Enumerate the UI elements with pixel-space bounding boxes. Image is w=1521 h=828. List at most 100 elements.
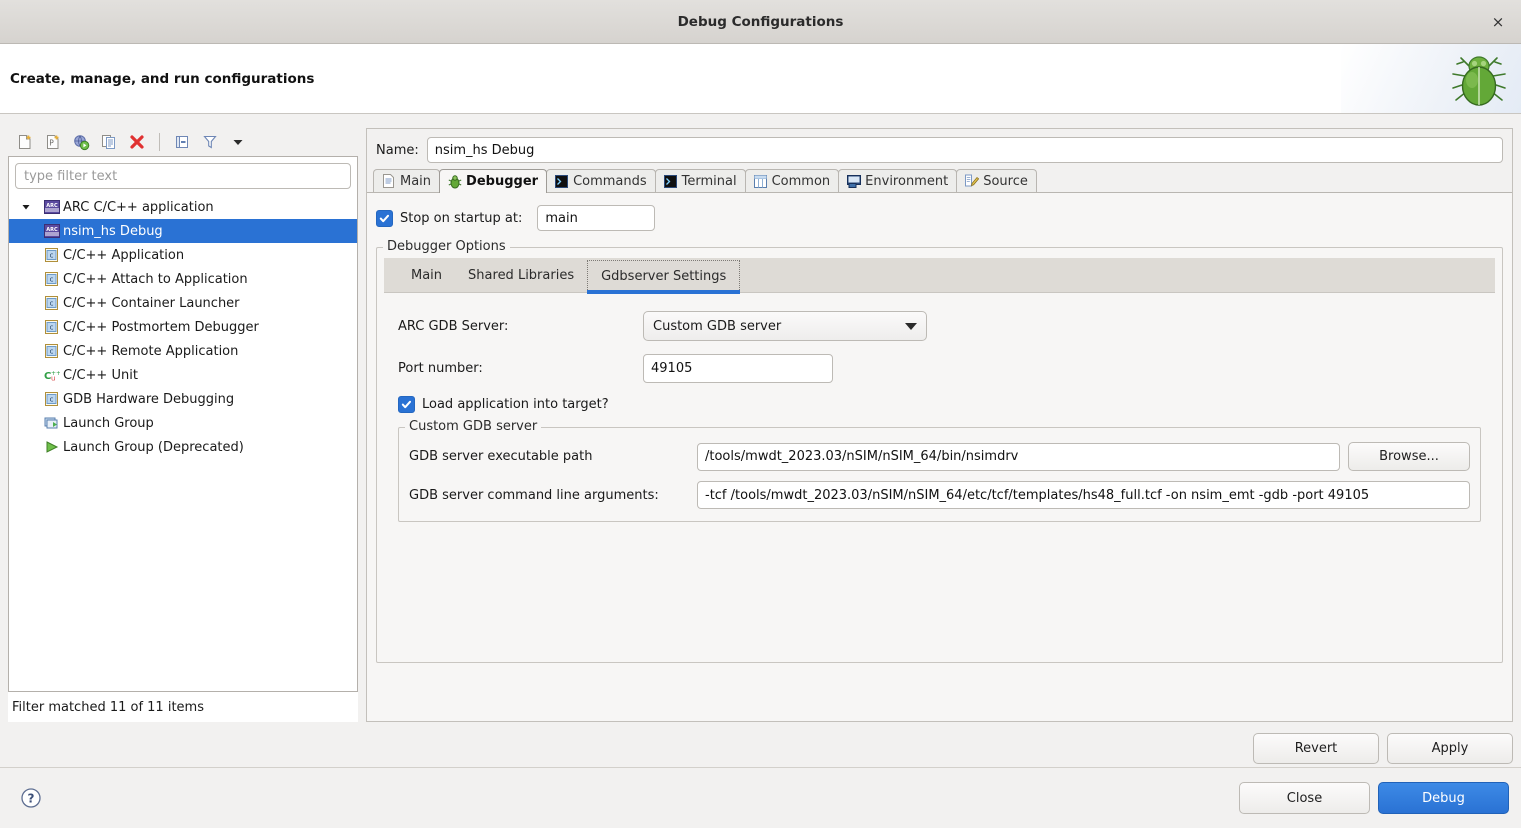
console-icon	[663, 174, 678, 189]
filter-status-text: Filter matched 11 of 11 items	[8, 692, 358, 722]
tree-item-c-c-remote-application[interactable]: cC/C++ Remote Application	[9, 339, 357, 363]
gdb-args-row: GDB server command line arguments:	[409, 481, 1470, 509]
tree-item-c-c-attach-to-application[interactable]: c C/C++ Attach to Application	[9, 267, 357, 291]
filter-icon[interactable]	[198, 130, 222, 154]
inner-tab-shared-libraries[interactable]: Shared Libraries	[455, 258, 587, 292]
svg-text:c: c	[50, 348, 54, 356]
launch-group-deprecated-icon	[43, 439, 60, 455]
svg-text:ARC: ARC	[46, 203, 58, 209]
banner-title: Create, manage, and run configurations	[10, 71, 314, 87]
tab-label: Environment	[865, 174, 948, 189]
arc-gdb-server-select[interactable]: Custom GDB server	[643, 311, 927, 341]
tree-item-label: Launch Group	[63, 416, 154, 431]
tree-item-label: C/C++ Container Launcher	[63, 296, 240, 311]
filter-input[interactable]	[15, 163, 351, 189]
new-launch-configuration-icon[interactable]	[13, 130, 37, 154]
tree-item-label: GDB Hardware Debugging	[63, 392, 234, 407]
svg-text:c: c	[50, 324, 54, 332]
apply-button[interactable]: Apply	[1387, 733, 1513, 764]
configurations-panel: P	[8, 128, 358, 722]
tree-item-launch-group[interactable]: Launch Group	[9, 411, 357, 435]
load-application-row: Load application into target?	[398, 396, 1481, 413]
tree-item-c-c-postmortem-debugger[interactable]: cC/C++ Postmortem Debugger	[9, 315, 357, 339]
svg-text:?: ?	[28, 792, 35, 806]
tree-item-gdb-hardware-debugging[interactable]: c GDB Hardware Debugging	[9, 387, 357, 411]
tab-label: Debugger	[466, 174, 538, 189]
gdb-exe-path-input[interactable]	[697, 443, 1340, 471]
tree-item-nsim-hs-debug[interactable]: ARCnsim_hs Debug	[9, 219, 357, 243]
svg-text:c: c	[50, 252, 54, 260]
dialog-banner: Create, manage, and run configurations	[0, 44, 1521, 114]
table-icon	[753, 174, 768, 189]
view-menu-icon[interactable]	[226, 130, 250, 154]
revert-apply-bar: Revert Apply	[1253, 733, 1513, 764]
tree-item-c-c-application[interactable]: cC/C++ Application	[9, 243, 357, 267]
document-icon	[381, 174, 396, 189]
duplicate-icon[interactable]	[97, 130, 121, 154]
green-bug-icon	[1441, 40, 1517, 116]
tree-item-label: C/C++ Attach to Application	[63, 272, 248, 287]
inner-tab-label: Gdbserver Settings	[601, 269, 726, 284]
tree-item-label: Launch Group (Deprecated)	[63, 440, 244, 455]
stop-on-startup-label: Stop on startup at:	[400, 211, 522, 226]
window-title: Debug Configurations	[678, 14, 844, 30]
tree-item-c-c-container-launcher[interactable]: cC/C++ Container Launcher	[9, 291, 357, 315]
filter-wrapper	[9, 157, 357, 193]
editor-tabstrip[interactable]: Main Debugger CommandsTerminalCommon Enviro…	[367, 169, 1512, 193]
delete-icon[interactable]	[125, 130, 149, 154]
name-row: Name:	[367, 129, 1512, 169]
export-launch-configuration-icon[interactable]	[69, 130, 93, 154]
close-icon[interactable]: ×	[1485, 9, 1511, 35]
configurations-toolbar: P	[8, 128, 358, 156]
name-input[interactable]	[427, 137, 1503, 163]
collapse-all-icon[interactable]	[170, 130, 194, 154]
tree-item-arc-c-c-application[interactable]: ARCARC C/C++ application	[9, 195, 357, 219]
tree-item-c-c-unit[interactable]: C++uC/C++ Unit	[9, 363, 357, 387]
new-prototype-icon[interactable]: P	[41, 130, 65, 154]
debugger-options-tabstrip[interactable]: Main Shared Libraries Gdbserver Settings	[384, 258, 1495, 293]
port-number-input[interactable]	[643, 354, 833, 383]
gdb-args-input[interactable]	[697, 481, 1470, 509]
debug-button[interactable]: Debug	[1378, 782, 1509, 814]
c-file-icon: c	[43, 247, 60, 263]
close-button[interactable]: Close	[1239, 782, 1370, 814]
stop-on-startup-input[interactable]	[537, 205, 655, 231]
c-file-icon: c	[43, 343, 60, 359]
svg-text:c: c	[50, 276, 54, 284]
tab-main[interactable]: Main	[373, 169, 440, 192]
inner-tab-gdbserver-settings[interactable]: Gdbserver Settings	[587, 260, 740, 292]
debugger-options-group-title: Debugger Options	[383, 239, 510, 254]
inner-tab-label: Main	[411, 268, 442, 283]
svg-text:c: c	[50, 396, 54, 404]
bug-icon	[447, 174, 462, 189]
tab-terminal[interactable]: Terminal	[655, 169, 746, 192]
port-number-label: Port number:	[398, 361, 643, 376]
arc-gdb-server-label: ARC GDB Server:	[398, 319, 643, 334]
tab-debugger[interactable]: Debugger	[439, 169, 547, 193]
svg-text:u: u	[51, 375, 55, 383]
revert-button[interactable]: Revert	[1253, 733, 1379, 764]
footer-buttons: Close Debug	[1239, 782, 1509, 814]
tab-common[interactable]: Common	[745, 169, 840, 192]
debugger-options-group: Debugger Options MainShared LibrariesGdb…	[376, 247, 1503, 663]
console-icon	[554, 174, 569, 189]
help-icon[interactable]: ?	[20, 787, 42, 809]
gdb-args-label: GDB server command line arguments:	[409, 488, 697, 503]
browse-button[interactable]: Browse...	[1348, 442, 1470, 471]
configurations-tree[interactable]: ARCARC C/C++ applicationARCnsim_hs Debug…	[9, 193, 357, 691]
tree-item-launch-group-deprecated[interactable]: Launch Group (Deprecated)	[9, 435, 357, 459]
custom-gdb-server-group: Custom GDB server GDB server executable …	[398, 427, 1481, 522]
tab-environment[interactable]: Environment	[838, 169, 957, 192]
gdb-exe-path-row: GDB server executable path Browse...	[409, 442, 1470, 471]
chevron-down-icon	[905, 323, 917, 330]
environment-icon	[846, 174, 861, 189]
c-file-icon: c	[43, 271, 60, 287]
stop-on-startup-checkbox[interactable]	[376, 210, 393, 227]
load-application-checkbox[interactable]	[398, 396, 415, 413]
tab-source[interactable]: Source	[956, 169, 1037, 192]
inner-tab-main[interactable]: Main	[398, 258, 455, 292]
name-label: Name:	[376, 143, 419, 158]
chevron-down-icon[interactable]	[19, 202, 33, 212]
tab-commands[interactable]: Commands	[546, 169, 656, 192]
inner-tab-label: Shared Libraries	[468, 268, 574, 283]
